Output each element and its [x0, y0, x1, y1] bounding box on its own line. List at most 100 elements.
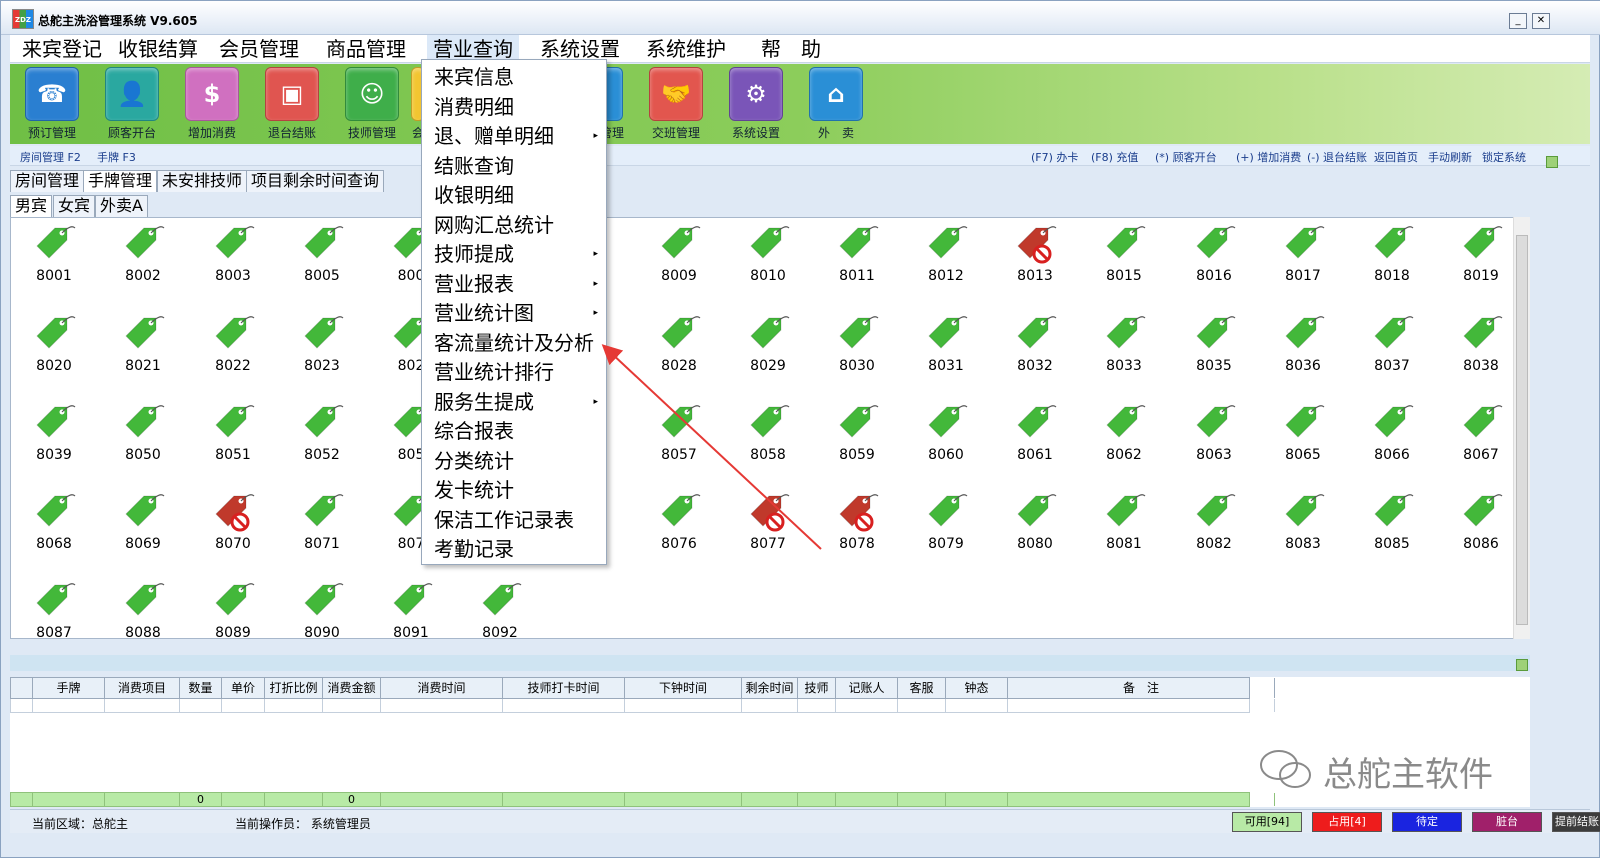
hand-tag-card[interactable]: 8037	[1352, 312, 1432, 392]
hand-tag-card[interactable]: 8013	[995, 222, 1075, 302]
hand-tag-card[interactable]: 8052	[282, 401, 362, 481]
tab-male-guests[interactable]: 男宾	[10, 195, 53, 217]
hand-tag-card[interactable]: 8085	[1352, 490, 1432, 570]
status-legend-item[interactable]: 占用[4]	[1312, 812, 1382, 832]
column-header[interactable]: 打折比例	[265, 678, 323, 698]
column-header[interactable]: 技师打卡时间	[503, 678, 625, 698]
dropdown-item[interactable]: 保洁工作记录表	[422, 506, 606, 535]
hand-tag-card[interactable]: 8016	[1174, 222, 1254, 302]
dropdown-item[interactable]: 收银明细	[422, 181, 606, 210]
dropdown-item[interactable]: 分类统计	[422, 447, 606, 476]
hand-tag-card[interactable]: 8051	[193, 401, 273, 481]
column-header[interactable]: 消费金额	[323, 678, 381, 698]
dropdown-item[interactable]: 结账查询	[422, 152, 606, 181]
hand-tag-card[interactable]: 8077	[728, 490, 808, 570]
hand-tag-card[interactable]: 8062	[1084, 401, 1164, 481]
hand-tag-card[interactable]: 8079	[906, 490, 986, 570]
column-header[interactable]: 记账人	[836, 678, 898, 698]
shortcut-lock[interactable]: 锁定系统	[1482, 149, 1526, 165]
hand-tag-card[interactable]: 8031	[906, 312, 986, 392]
shortcut-refresh[interactable]: 手动刷新	[1428, 149, 1472, 165]
column-header[interactable]: 手牌	[33, 678, 105, 698]
column-header[interactable]: 钟态	[946, 678, 1008, 698]
hand-tag-card[interactable]: 8021	[103, 312, 183, 392]
menu-help[interactable]: 帮 助	[755, 35, 827, 63]
dropdown-item[interactable]: 客流量统计及分析	[422, 329, 606, 358]
shortcut-open-table[interactable]: (*) 顾客开台	[1155, 149, 1217, 165]
shortcut-issue-card[interactable]: (F7) 办卡	[1031, 149, 1078, 165]
hand-tag-card[interactable]: 8019	[1441, 222, 1521, 302]
dropdown-item[interactable]: 退、赠单明细 ▸	[422, 122, 606, 151]
hand-tag-card[interactable]: 8005	[282, 222, 362, 302]
hand-tag-card[interactable]: 8032	[995, 312, 1075, 392]
hand-tag-card[interactable]: 8078	[817, 490, 897, 570]
hand-tag-card[interactable]: 8091	[371, 579, 451, 638]
menu-guest-checkin[interactable]: 来宾登记	[16, 35, 108, 63]
hand-tag-card[interactable]: 8017	[1263, 222, 1343, 302]
status-legend-item[interactable]: 脏台	[1472, 812, 1542, 832]
hand-tag-card[interactable]: 8011	[817, 222, 897, 302]
hand-tag-card[interactable]: 8033	[1084, 312, 1164, 392]
hand-tag-card[interactable]: 8009	[639, 222, 719, 302]
dropdown-item[interactable]: 营业统计排行	[422, 358, 606, 387]
dropdown-item[interactable]: 营业报表 ▸	[422, 270, 606, 299]
hand-tag-card[interactable]: 8063	[1174, 401, 1254, 481]
shortcut-add-consumption[interactable]: (+) 增加消费	[1236, 149, 1301, 165]
minimize-button[interactable]: _	[1509, 13, 1527, 29]
splitter-band[interactable]	[10, 655, 1530, 671]
tab-room-management[interactable]: 房间管理	[10, 170, 85, 192]
hand-tag-card[interactable]: 8059	[817, 401, 897, 481]
menu-system-maintenance[interactable]: 系统维护	[640, 35, 732, 63]
hand-tag-card[interactable]: 8010	[728, 222, 808, 302]
hand-tag-card[interactable]: 8086	[1441, 490, 1521, 570]
hand-tag-card[interactable]: 8003	[193, 222, 273, 302]
hand-tag-card[interactable]: 8080	[995, 490, 1075, 570]
collapse-toggle-bottom[interactable]	[1516, 659, 1528, 671]
hand-tag-card[interactable]: 8090	[282, 579, 362, 638]
collapse-toggle-top[interactable]	[1546, 156, 1558, 168]
hand-tag-card[interactable]: 8050	[103, 401, 183, 481]
hand-tag-card[interactable]: 8081	[1084, 490, 1164, 570]
hand-tag-card[interactable]: 8083	[1263, 490, 1343, 570]
hand-tag-card[interactable]: 8058	[728, 401, 808, 481]
scrollbar-thumb[interactable]	[1516, 235, 1528, 625]
hand-tag-card[interactable]: 8092	[460, 579, 540, 638]
dropdown-item[interactable]: 发卡统计	[422, 476, 606, 505]
dropdown-item[interactable]: 服务生提成 ▸	[422, 388, 606, 417]
tool-reservation[interactable]: ☎ 预订管理	[16, 67, 88, 143]
hand-tag-card[interactable]: 8028	[639, 312, 719, 392]
hand-tag-card[interactable]: 8022	[193, 312, 273, 392]
status-legend-item[interactable]: 可用[94]	[1232, 812, 1302, 832]
hand-tag-card[interactable]: 8071	[282, 490, 362, 570]
hand-tag-card[interactable]: 8088	[103, 579, 183, 638]
shortcut-room-management[interactable]: 房间管理 F2	[20, 149, 81, 165]
column-header[interactable]: 下钟时间	[625, 678, 742, 698]
hand-tag-card[interactable]: 8087	[14, 579, 94, 638]
hand-tag-card[interactable]: 8012	[906, 222, 986, 302]
hand-tag-card[interactable]: 8002	[103, 222, 183, 302]
hand-tag-card[interactable]: 8067	[1441, 401, 1521, 481]
tool-checkout[interactable]: ▣ 退台结账	[256, 67, 328, 143]
tool-add-consumption[interactable]: $ 增加消费	[176, 67, 248, 143]
close-button[interactable]: ✕	[1532, 13, 1550, 29]
hand-tag-card[interactable]: 8001	[14, 222, 94, 302]
tab-female-guests[interactable]: 女宾	[53, 195, 96, 217]
shortcut-home[interactable]: 返回首页	[1374, 149, 1418, 165]
dropdown-item[interactable]: 消费明细	[422, 93, 606, 122]
hand-tag-card[interactable]: 8082	[1174, 490, 1254, 570]
shortcut-checkout[interactable]: (-) 退台结账	[1307, 149, 1367, 165]
table-row[interactable]	[10, 699, 1275, 713]
column-header[interactable]: 剩余时间	[742, 678, 798, 698]
hand-tag-card[interactable]: 8018	[1352, 222, 1432, 302]
hand-tag-card[interactable]: 8057	[639, 401, 719, 481]
dropdown-item[interactable]: 来宾信息	[422, 63, 606, 92]
hand-tag-card[interactable]: 8065	[1263, 401, 1343, 481]
shortcut-hand-tag[interactable]: 手牌 F3	[97, 149, 136, 165]
hand-tag-card[interactable]: 8030	[817, 312, 897, 392]
hand-tag-card[interactable]: 8061	[995, 401, 1075, 481]
grid-scrollbar[interactable]	[1513, 217, 1530, 639]
tab-takeout-a[interactable]: 外卖A	[95, 195, 148, 217]
dropdown-item[interactable]: 考勤记录	[422, 535, 606, 564]
hand-tag-card[interactable]: 8039	[14, 401, 94, 481]
shortcut-top-up[interactable]: (F8) 充值	[1091, 149, 1138, 165]
